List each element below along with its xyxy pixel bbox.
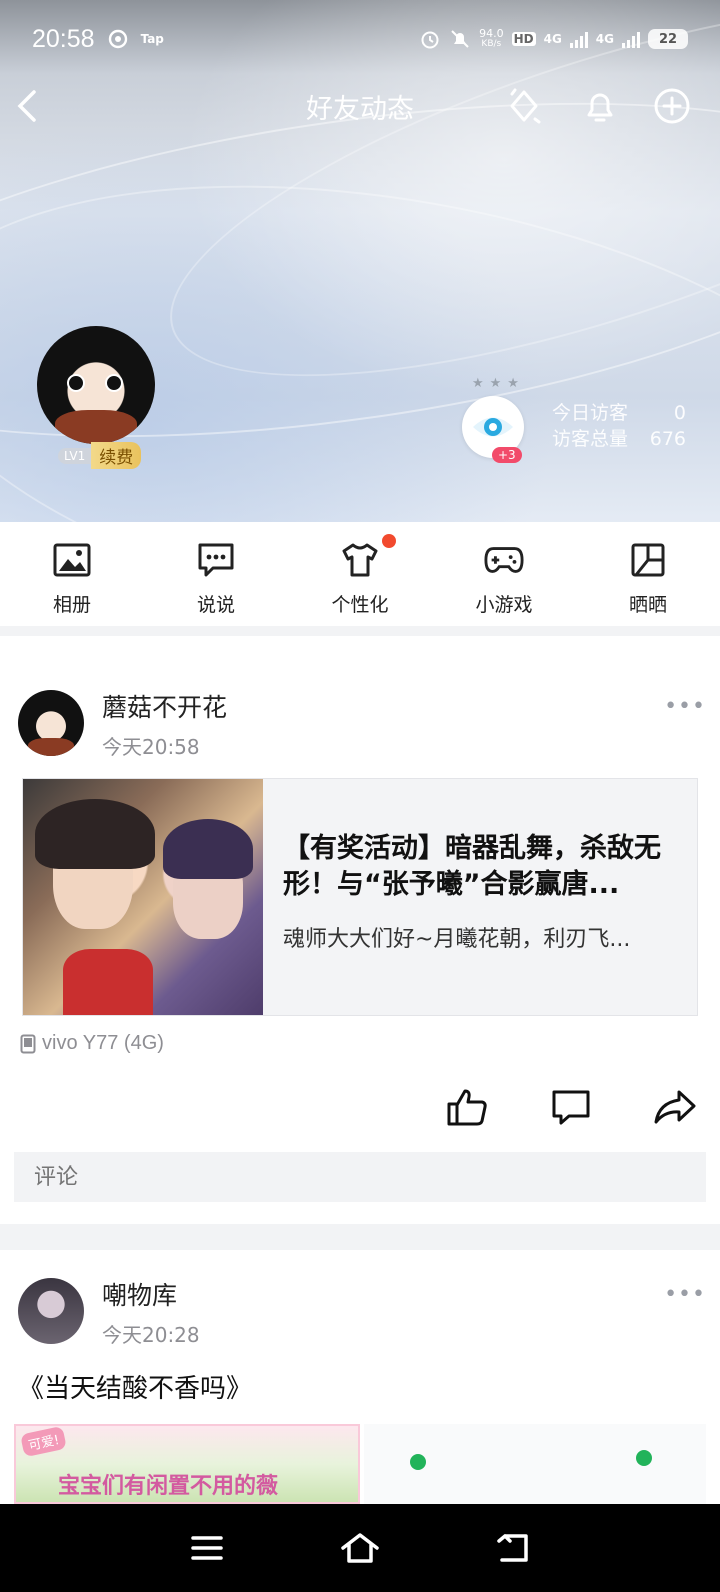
section-divider <box>0 626 720 636</box>
quick-item-minigames[interactable]: 小游戏 <box>432 522 576 626</box>
post-image[interactable]: 可爱! 宝宝们有闲置不用的薇 <box>14 1424 360 1504</box>
more-options-button[interactable]: ••• <box>664 694 706 719</box>
post-author-avatar[interactable] <box>18 1278 84 1344</box>
bell-icon <box>587 93 613 122</box>
device-info: vivo Y77 (4G) <box>20 1032 164 1055</box>
battery-icon: 22 <box>648 29 688 49</box>
quick-item-label: 晒晒 <box>628 594 667 616</box>
avatar-art <box>67 374 85 392</box>
top-nav: 好友动态 <box>0 78 720 134</box>
notification-dot <box>382 534 396 548</box>
profile-cover: 20:58 Tap 94.0 KB/s HD 4G 4G 22 好友动态 LV1… <box>0 0 720 530</box>
quick-item-label: 相册 <box>52 594 91 616</box>
status-time: 20:58 <box>32 24 95 53</box>
share-button[interactable] <box>650 1082 700 1132</box>
signal-icon <box>569 30 588 48</box>
more-options-button[interactable]: ••• <box>664 1282 706 1307</box>
quick-menu: 相册 说说 个性化 小游戏 晒晒 <box>0 522 720 626</box>
avatar-art <box>105 374 123 392</box>
tap-app-icon: Tap <box>140 32 164 46</box>
level-label: LV1 <box>58 447 92 464</box>
shared-link-card[interactable]: 【有奖活动】暗器乱舞，杀敌无形！与“张予曦”合影赢唐... 魂师大大们好~月曦花… <box>22 778 698 1016</box>
avatar-art <box>55 410 137 444</box>
comment-input[interactable] <box>14 1152 706 1202</box>
thumbs-up-icon <box>447 1089 487 1126</box>
total-visitors-label: 访客总量 <box>552 428 629 450</box>
post-image-grid: 可爱! 宝宝们有闲置不用的薇 <box>14 1424 706 1504</box>
quick-item-personalize[interactable]: 个性化 <box>288 522 432 626</box>
renew-label: 续费 <box>91 442 142 469</box>
status-bar: 20:58 Tap 94.0 KB/s HD 4G 4G 22 <box>0 0 720 78</box>
hd-icon: HD <box>511 32 536 46</box>
section-divider <box>0 1224 720 1250</box>
comment-icon <box>552 1090 590 1125</box>
device-name: vivo Y77 (4G) <box>42 1032 164 1054</box>
back-nav-button[interactable] <box>483 1518 543 1578</box>
app-notification-icon <box>108 29 127 49</box>
quick-item-show[interactable]: 晒晒 <box>576 522 720 626</box>
back-button[interactable] <box>6 84 50 128</box>
net-speed: 94.0 KB/s <box>479 27 504 49</box>
menu-button[interactable] <box>177 1518 237 1578</box>
check-icon <box>410 1454 426 1470</box>
post-author-avatar[interactable] <box>18 690 84 756</box>
system-navigation-bar <box>0 1504 720 1592</box>
eye-icon <box>473 417 513 437</box>
post-author-name[interactable]: 嘲物库 <box>102 1276 177 1312</box>
menu-icon <box>190 1536 223 1560</box>
phone-icon <box>20 1034 36 1053</box>
notifications-button[interactable] <box>578 84 622 128</box>
today-visitors-value: 0 <box>673 402 687 424</box>
comment-button[interactable] <box>546 1082 596 1132</box>
visitor-stats[interactable]: 今日访客 0 访客总量 676 <box>552 400 686 452</box>
quick-item-label: 个性化 <box>331 594 389 616</box>
stars-decoration: ★★★ <box>472 376 525 391</box>
shared-link-thumbnail <box>23 779 263 1015</box>
customize-button[interactable] <box>502 84 546 128</box>
back-arrow-icon <box>497 1534 529 1562</box>
home-icon <box>341 1533 379 1563</box>
shirt-icon <box>342 543 378 577</box>
sparkle-diamond-icon <box>510 88 541 124</box>
network-label-1: 4G <box>543 32 562 46</box>
post-actions <box>0 1082 720 1132</box>
chat-bubble-icon <box>198 543 234 577</box>
image-caption: 宝宝们有闲置不用的薇 <box>58 1474 279 1499</box>
check-icon <box>636 1450 652 1466</box>
gamepad-icon <box>484 547 524 573</box>
alarm-icon <box>421 31 439 49</box>
quick-item-label: 说说 <box>196 594 235 616</box>
post-time: 今天20:58 <box>102 735 200 759</box>
post-time: 今天20:28 <box>102 1323 200 1347</box>
photo-icon <box>53 543 91 577</box>
share-arrow-icon <box>654 1090 696 1124</box>
signal-icon-2 <box>622 30 640 48</box>
visitor-new-badge: +3 <box>492 447 522 463</box>
post-image[interactable] <box>364 1424 706 1504</box>
quick-item-album[interactable]: 相册 <box>0 522 144 626</box>
mute-bell-icon <box>451 30 469 48</box>
chevron-left-icon <box>17 90 36 122</box>
home-button[interactable] <box>330 1518 390 1578</box>
shared-link-title: 【有奖活动】暗器乱舞，杀敌无形！与“张予曦”合影赢唐... <box>283 833 661 900</box>
post-author-name[interactable]: 蘑菇不开花 <box>102 688 227 724</box>
quick-item-shuoshuo[interactable]: 说说 <box>144 522 288 626</box>
post-text: 《当天结酸不香吗》 <box>18 1374 253 1404</box>
network-label-2: 4G <box>595 32 614 46</box>
shared-link-description: 魂师大大们好~月曦花朝，利刃飞... <box>283 927 631 952</box>
add-post-button[interactable] <box>650 84 694 128</box>
plus-circle-icon <box>654 88 690 124</box>
vip-level-badge[interactable]: LV1 续费 <box>58 442 142 469</box>
total-visitors-value: 676 <box>649 428 687 450</box>
image-tag: 可爱! <box>20 1425 68 1458</box>
today-visitors-label: 今日访客 <box>552 402 629 424</box>
profile-avatar[interactable] <box>37 326 155 444</box>
like-button[interactable] <box>442 1082 492 1132</box>
quick-item-label: 小游戏 <box>475 594 533 616</box>
layout-icon <box>631 543 665 577</box>
